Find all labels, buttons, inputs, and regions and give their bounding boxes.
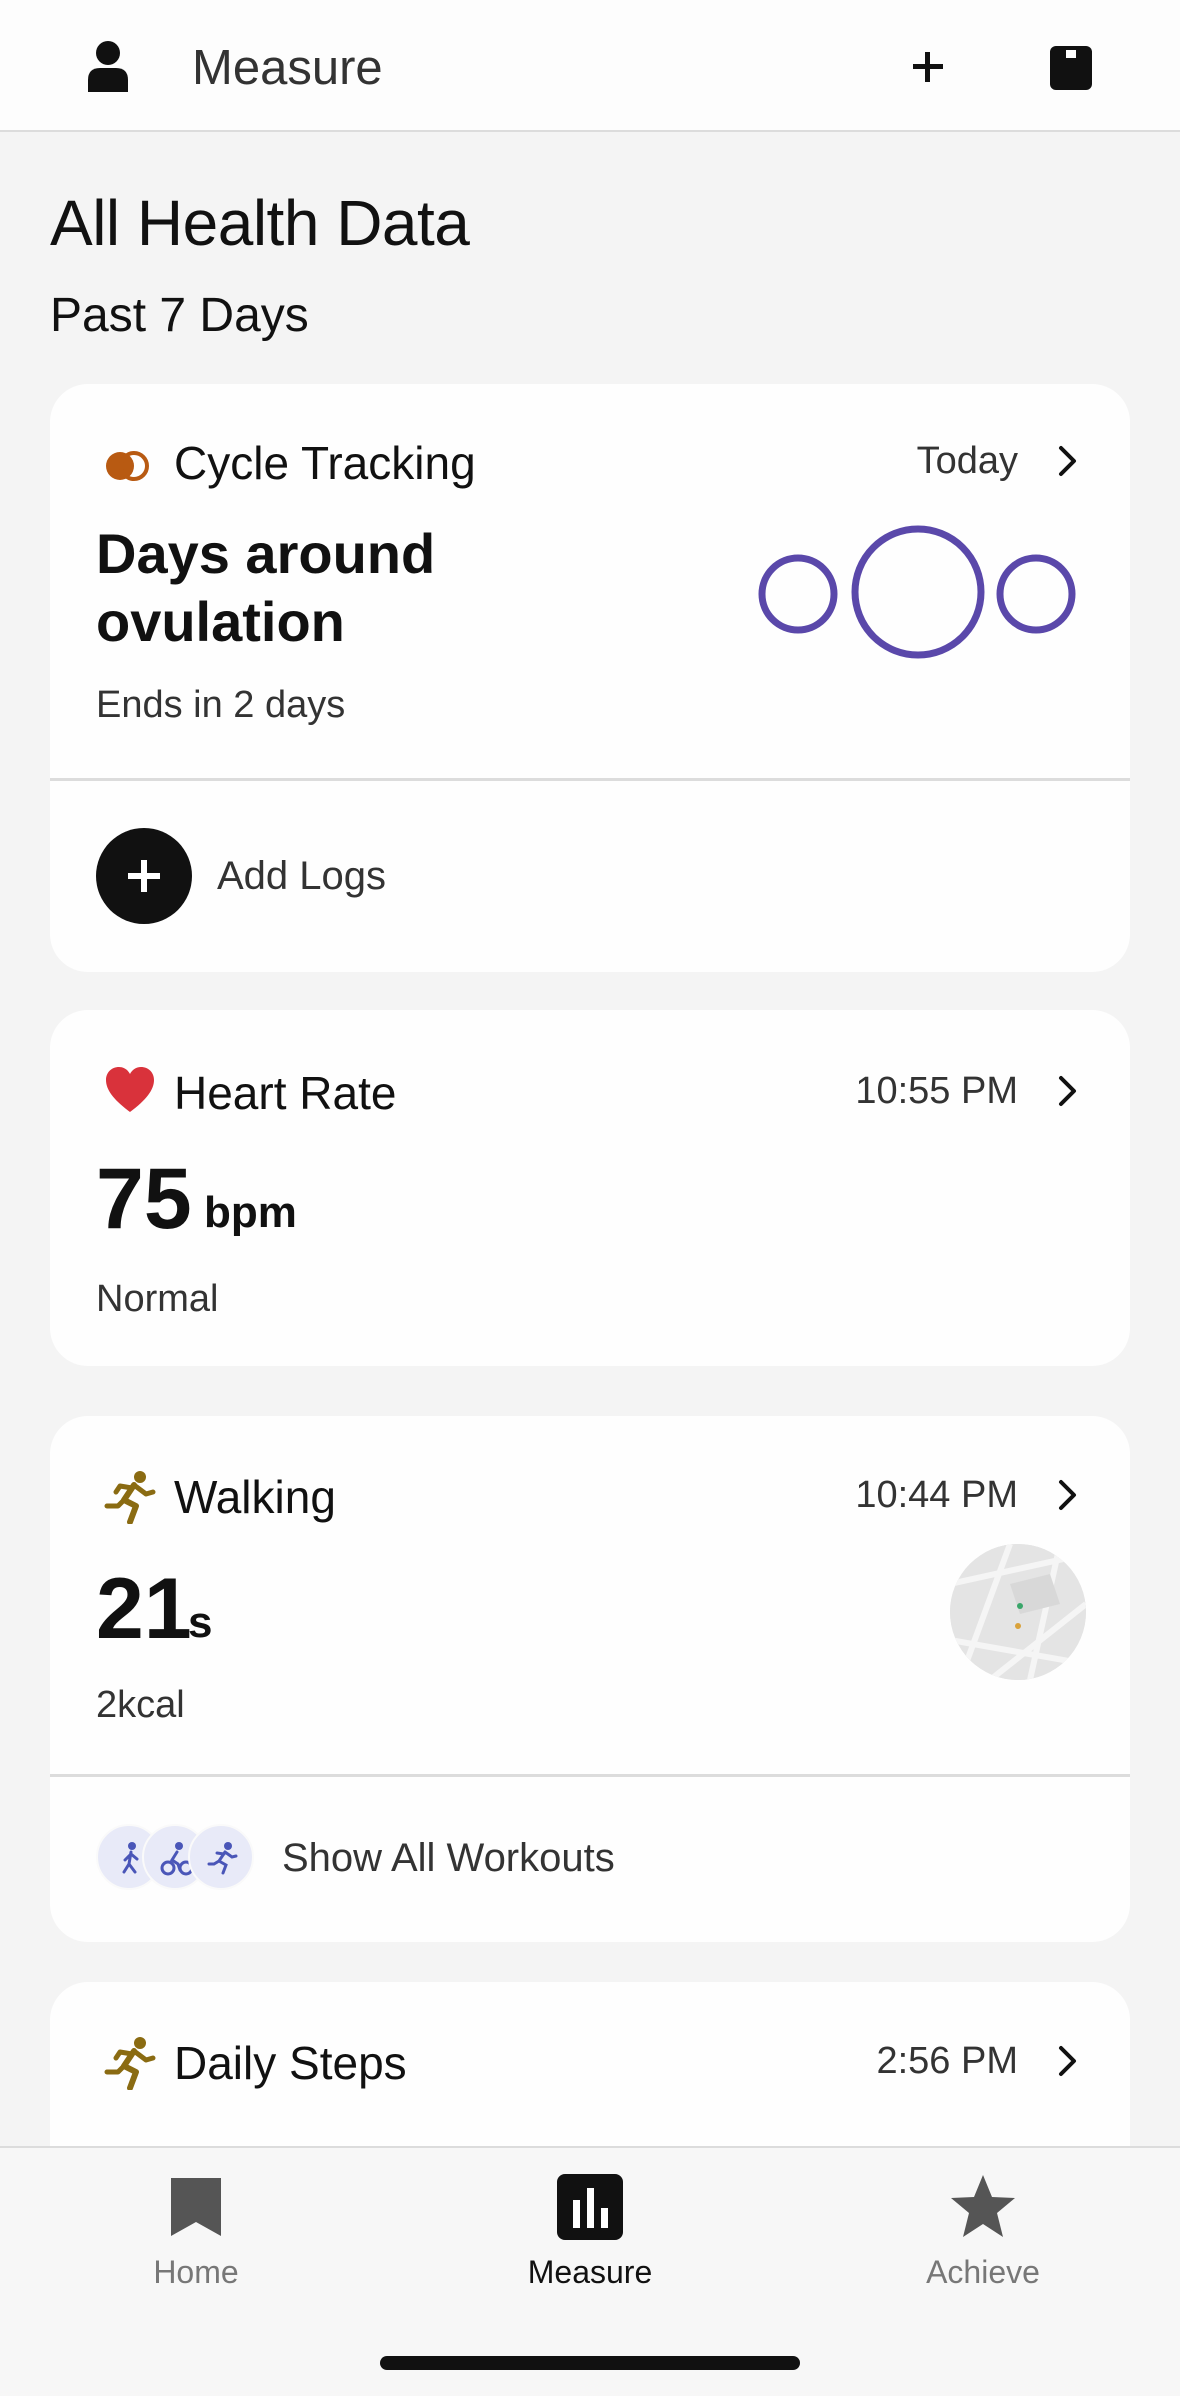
tab-home-label: Home [153,2254,239,2290]
profile-icon[interactable] [86,40,130,92]
tab-measure[interactable]: Measure [490,2172,690,2291]
cycle-card-time: Today [916,440,1018,482]
tab-home[interactable]: Home [96,2172,296,2291]
page-subtitle: Past 7 Days [50,289,309,342]
card-divider [50,1774,1130,1777]
walking-card-title: Walking [174,1471,336,1523]
star-icon [951,2175,1015,2237]
steps-card-time: 2:56 PM [876,2040,1018,2082]
tab-achieve[interactable]: Achieve [883,2172,1083,2291]
cycle-phase-rings [758,525,1076,659]
add-logs-label[interactable]: Add Logs [217,854,386,899]
route-map-thumbnail[interactable] [950,1544,1086,1680]
workout-types-icons[interactable] [96,1824,256,1892]
steps-card-title: Daily Steps [174,2037,407,2089]
card-divider [50,778,1130,781]
cycle-tracking-card[interactable]: Cycle Tracking Today Days around ovulati… [50,384,1130,972]
app-screen: Measure All Health Data Past 7 Days Cycl… [0,0,1180,2396]
heart-card-title: Heart Rate [174,1067,397,1119]
show-all-workouts-link[interactable]: Show All Workouts [282,1836,615,1881]
header-title: Measure [192,41,383,95]
heart-rate-unit: bpm [204,1188,297,1237]
heart-icon [106,1067,154,1112]
walking-icon [104,2037,156,2090]
chevron-right-icon[interactable] [1056,2044,1080,2078]
walking-card-time: 10:44 PM [855,1474,1018,1516]
run-workout-icon [188,1824,254,1890]
walking-icon [104,1471,156,1524]
heart-rate-card[interactable]: Heart Rate 10:55 PM 75 bpm Normal [50,1010,1130,1366]
cycle-card-title: Cycle Tracking [174,437,476,489]
walking-duration-unit: s [188,1598,213,1647]
walking-duration-value: 21 [96,1561,192,1657]
cycle-headline: Days around ovulation [96,522,436,653]
bookmark-icon [171,2178,221,2236]
walking-card[interactable]: Walking 10:44 PM 21 s 2kcal Show All Wor… [50,1416,1130,1942]
cycle-tracking-icon [106,451,149,481]
chevron-right-icon[interactable] [1056,1478,1080,1512]
heart-rate-status: Normal [96,1278,219,1320]
map-icon [950,1544,1086,1680]
walking-calories: 2kcal [96,1684,185,1726]
bar-chart-icon [557,2174,623,2240]
chevron-right-icon[interactable] [1056,1074,1080,1108]
heart-card-time: 10:55 PM [855,1070,1018,1112]
plus-icon [128,860,160,892]
add-logs-button[interactable] [96,828,192,924]
add-icon[interactable] [905,38,951,96]
cycle-subtext: Ends in 2 days [96,684,346,726]
journal-icon[interactable] [1048,44,1094,92]
chevron-right-icon[interactable] [1056,444,1080,478]
page-title: All Health Data [50,187,470,259]
tab-measure-label: Measure [527,2254,653,2290]
heart-rate-value: 75 [96,1151,192,1247]
top-bar: Measure [0,0,1180,132]
tab-achieve-label: Achieve [926,2254,1040,2290]
home-indicator [380,2356,800,2370]
